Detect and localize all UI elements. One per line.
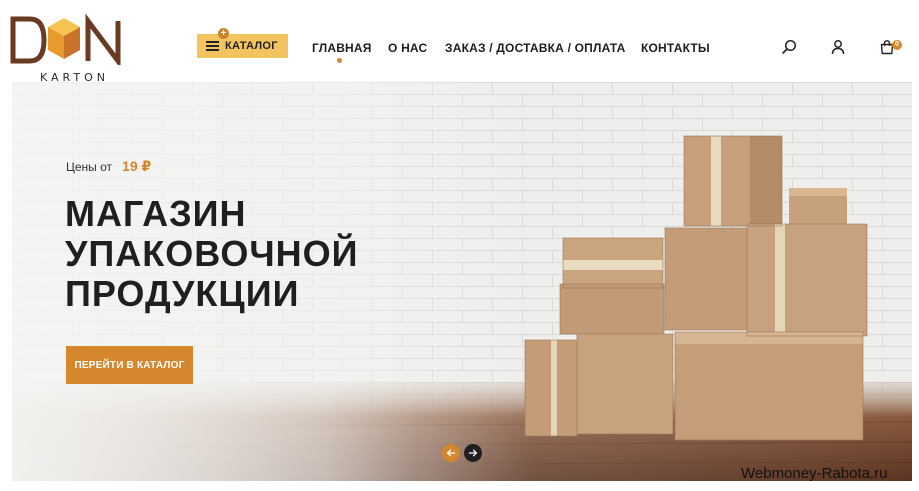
plus-badge-icon: + — [218, 28, 229, 39]
nav-order-delivery-payment[interactable]: ЗАКАЗ / ДОСТАВКА / ОПЛАТА — [445, 41, 626, 55]
slider-prev-button[interactable] — [442, 444, 460, 462]
hero-title-line: ПРОДУКЦИИ — [65, 273, 300, 314]
burger-menu-icon — [206, 41, 219, 51]
price-prefix: Цены от — [66, 160, 113, 174]
slider-next-button[interactable] — [464, 444, 482, 462]
nav-contacts[interactable]: КОНТАКТЫ — [641, 41, 710, 55]
nav-home[interactable]: ГЛАВНАЯ — [312, 41, 372, 55]
search-button[interactable] — [778, 36, 800, 58]
go-to-catalog-button[interactable]: ПЕРЕЙТИ В КАТАЛОГ — [66, 346, 193, 384]
active-nav-indicator — [337, 58, 342, 63]
site-header: KARTON КАТАЛОГ + ГЛАВНАЯ О НАС ЗАКАЗ / Д… — [0, 0, 919, 84]
account-button[interactable] — [827, 36, 849, 58]
search-icon — [782, 39, 797, 54]
cart-count-badge: 0 — [892, 40, 902, 50]
hero-banner: Цены от 19 ₽ МАГАЗИН УПАКОВОЧНОЙ ПРОДУКЦ… — [12, 82, 912, 481]
arrow-left-icon — [446, 449, 456, 457]
hero-title-line: УПАКОВОЧНОЙ — [65, 233, 359, 274]
catalog-button[interactable]: КАТАЛОГ — [197, 34, 288, 58]
logo-mark-icon — [10, 13, 121, 69]
price-from: Цены от 19 ₽ — [66, 158, 151, 175]
hero-title-line: МАГАЗИН — [65, 193, 247, 234]
arrow-right-icon — [468, 449, 478, 457]
user-icon — [831, 40, 845, 55]
site-logo[interactable]: KARTON — [10, 9, 130, 84]
cardboard-boxes-image — [524, 135, 868, 441]
hero-title: МАГАЗИН УПАКОВОЧНОЙ ПРОДУКЦИИ — [65, 194, 425, 314]
price-value: 19 ₽ — [122, 158, 152, 174]
catalog-label: КАТАЛОГ — [225, 40, 278, 52]
watermark-text: Webmoney-Rabota.ru — [741, 465, 888, 482]
nav-about[interactable]: О НАС — [388, 41, 427, 55]
